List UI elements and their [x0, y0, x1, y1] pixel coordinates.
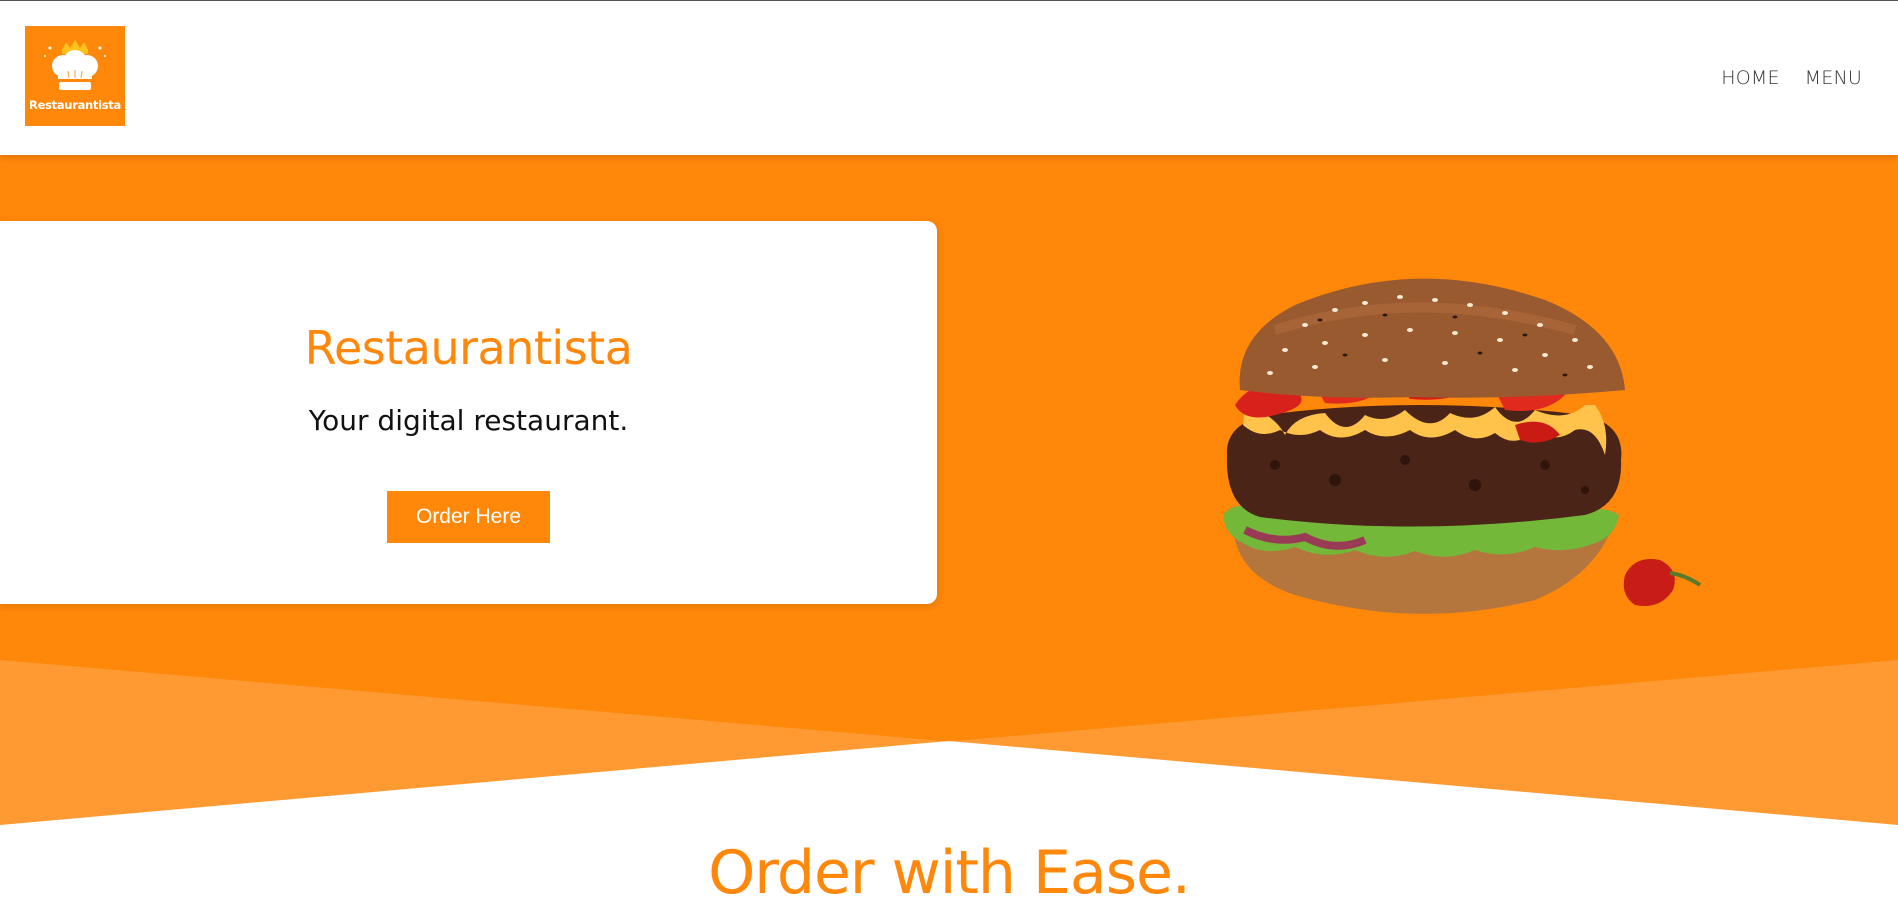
section-title-order-with-ease: Order with Ease.: [708, 838, 1191, 908]
main-nav: HOME MENU: [1721, 67, 1862, 89]
brand-logo[interactable]: Restaurantista: [25, 26, 125, 126]
hero-section: Restaurantista Your digital restaurant. …: [0, 155, 1898, 830]
hero-subtitle: Your digital restaurant.: [308, 404, 629, 437]
hero-title: Restaurantista: [304, 321, 633, 375]
logo-text: Restaurantista: [29, 98, 121, 112]
nav-menu-link[interactable]: MENU: [1805, 67, 1862, 89]
order-here-button[interactable]: Order Here: [387, 491, 550, 543]
burger-image: [1223, 278, 1702, 614]
navbar: Restaurantista HOME MENU: [0, 1, 1898, 155]
nav-home-link[interactable]: HOME: [1721, 67, 1779, 89]
hero-card: Restaurantista Your digital restaurant. …: [0, 221, 937, 604]
